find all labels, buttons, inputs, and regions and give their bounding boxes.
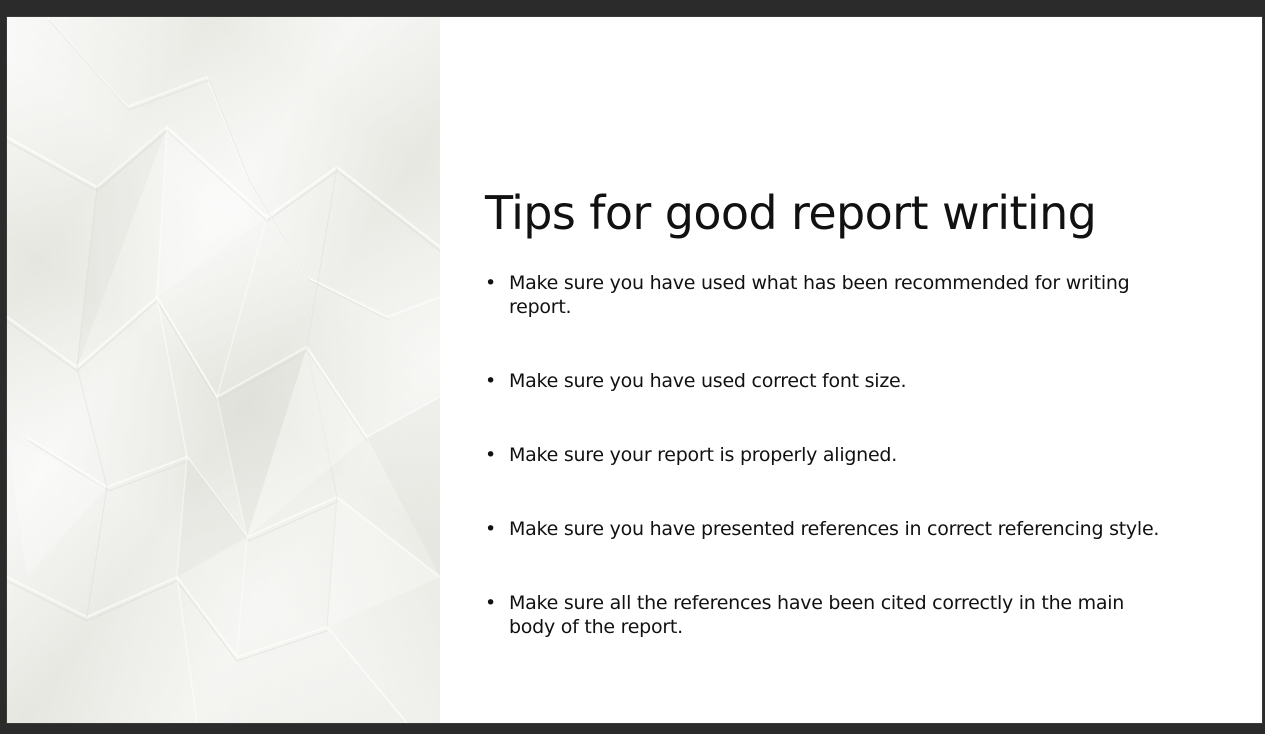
bullet-dot-icon: • [485,370,496,392]
bullet-item: • Make sure you have used correct font s… [485,369,1165,393]
bullet-text: Make sure your report is properly aligne… [509,444,897,466]
bullet-text: Make sure you have used what has been re… [509,272,1130,318]
paper-texture-svg [7,17,440,723]
bullet-item: • Make sure your report is properly alig… [485,443,1165,467]
bullet-list: • Make sure you have used what has been … [485,271,1165,639]
crumpled-paper-image [7,17,440,723]
bullet-item: • Make sure you have presented reference… [485,517,1165,541]
bullet-dot-icon: • [485,272,496,294]
bullet-text: Make sure you have used correct font siz… [509,370,907,392]
bullet-item: • Make sure all the references have been… [485,591,1165,639]
bullet-text: Make sure you have presented references … [509,518,1160,540]
bullet-dot-icon: • [485,518,496,540]
bullet-item: • Make sure you have used what has been … [485,271,1165,319]
bullet-dot-icon: • [485,592,496,614]
bullet-text: Make sure all the references have been c… [509,592,1125,638]
bullet-dot-icon: • [485,444,496,466]
slide: Tips for good report writing • Make sure… [7,17,1262,723]
slide-title: Tips for good report writing [485,186,1097,240]
